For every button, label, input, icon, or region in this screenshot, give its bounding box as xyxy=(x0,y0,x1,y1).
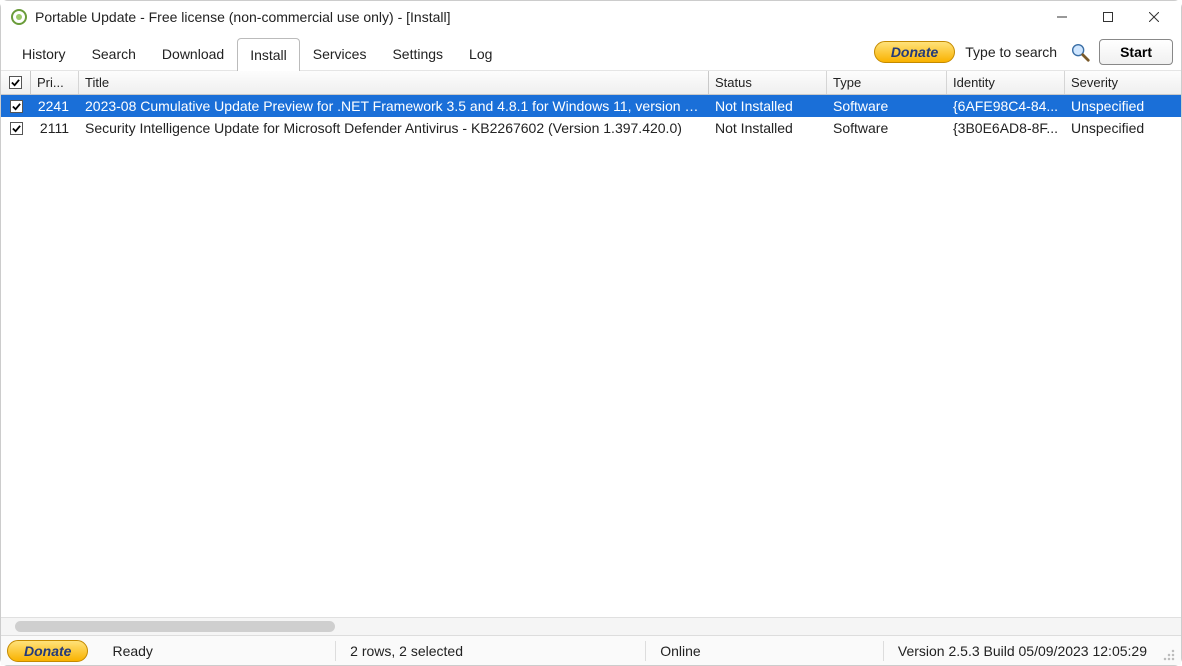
status-online: Online xyxy=(646,643,714,659)
cell-identity: {3B0E6AD8-8F... xyxy=(947,120,1065,136)
grid-body: 2241 2023-08 Cumulative Update Preview f… xyxy=(1,95,1181,617)
cell-identity: {6AFE98C4-84... xyxy=(947,98,1065,114)
cell-severity: Unspecified xyxy=(1065,98,1175,114)
cell-title: Security Intelligence Update for Microso… xyxy=(79,120,709,136)
window-controls xyxy=(1039,3,1177,31)
window-title: Portable Update - Free license (non-comm… xyxy=(35,9,451,25)
search-input[interactable]: Type to search xyxy=(965,44,1057,60)
minimize-button[interactable] xyxy=(1039,3,1085,31)
maximize-button[interactable] xyxy=(1085,3,1131,31)
column-priority[interactable]: Pri... xyxy=(31,71,79,94)
toolbar: History Search Download Install Services… xyxy=(1,33,1181,71)
cell-priority: 2241 xyxy=(31,98,79,114)
statusbar-donate-button[interactable]: Donate xyxy=(7,640,88,662)
status-rows: 2 rows, 2 selected xyxy=(336,643,477,659)
start-button[interactable]: Start xyxy=(1099,39,1173,65)
scrollbar-thumb[interactable] xyxy=(15,621,335,632)
tab-log[interactable]: Log xyxy=(456,37,505,70)
row-checkbox[interactable] xyxy=(1,122,31,135)
status-version: Version 2.5.3 Build 05/09/2023 12:05:29 xyxy=(884,643,1161,659)
tab-settings[interactable]: Settings xyxy=(379,37,456,70)
app-icon xyxy=(11,9,27,25)
cell-severity: Unspecified xyxy=(1065,120,1175,136)
cell-title: 2023-08 Cumulative Update Preview for .N… xyxy=(79,98,709,114)
cell-type: Software xyxy=(827,120,947,136)
column-status[interactable]: Status xyxy=(709,71,827,94)
cell-type: Software xyxy=(827,98,947,114)
column-title[interactable]: Title xyxy=(79,71,709,94)
search-icon[interactable] xyxy=(1067,39,1093,65)
donate-button[interactable]: Donate xyxy=(874,41,955,63)
tab-download[interactable]: Download xyxy=(149,37,237,70)
cell-status: Not Installed xyxy=(709,120,827,136)
statusbar: Donate Ready 2 rows, 2 selected Online V… xyxy=(1,635,1181,665)
horizontal-scrollbar[interactable] xyxy=(1,617,1181,635)
column-type[interactable]: Type xyxy=(827,71,947,94)
tab-services[interactable]: Services xyxy=(300,37,380,70)
table-row[interactable]: 2241 2023-08 Cumulative Update Preview f… xyxy=(1,95,1181,117)
select-all-checkbox[interactable] xyxy=(1,71,31,94)
cell-priority: 2111 xyxy=(31,120,79,136)
table-row[interactable]: 2111 Security Intelligence Update for Mi… xyxy=(1,117,1181,139)
tab-install[interactable]: Install xyxy=(237,38,300,71)
resize-grip-icon[interactable] xyxy=(1161,647,1177,663)
cell-status: Not Installed xyxy=(709,98,827,114)
titlebar: Portable Update - Free license (non-comm… xyxy=(1,1,1181,33)
column-identity[interactable]: Identity xyxy=(947,71,1065,94)
column-severity[interactable]: Severity xyxy=(1065,71,1175,94)
grid-header: Pri... Title Status Type Identity Severi… xyxy=(1,71,1181,95)
tabs: History Search Download Install Services… xyxy=(9,33,505,70)
tab-search[interactable]: Search xyxy=(79,37,149,70)
close-button[interactable] xyxy=(1131,3,1177,31)
status-ready: Ready xyxy=(98,643,166,659)
row-checkbox[interactable] xyxy=(1,100,31,113)
tab-history[interactable]: History xyxy=(9,37,79,70)
